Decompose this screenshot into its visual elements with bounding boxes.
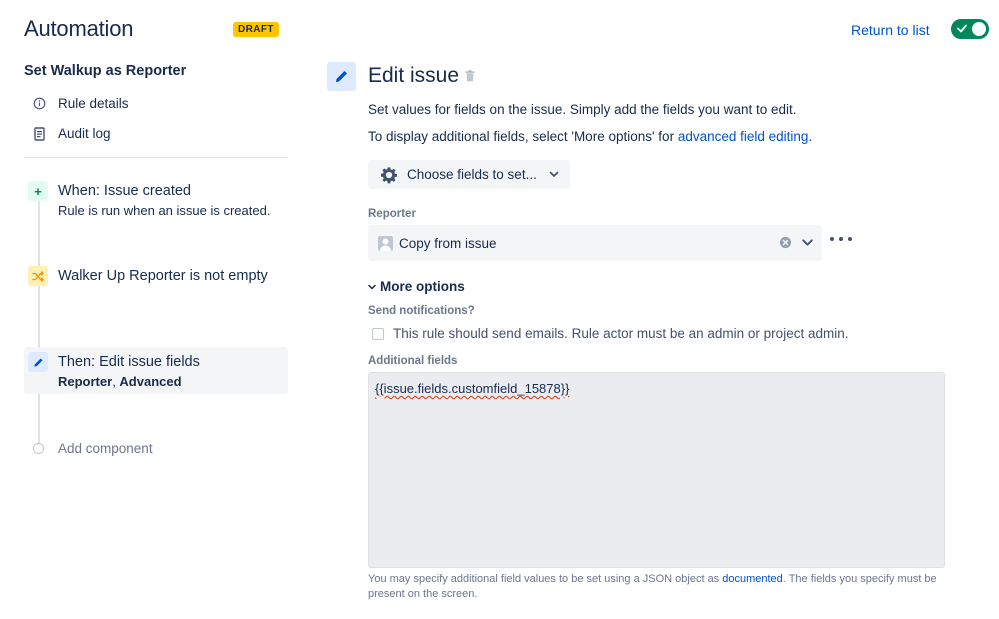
sidebar-link-rule-details[interactable]: Rule details bbox=[32, 96, 129, 111]
additional-fields-label: Additional fields bbox=[368, 355, 458, 367]
step-subtitle-advanced: Advanced bbox=[119, 374, 182, 389]
info-icon bbox=[32, 97, 46, 111]
app-title: Automation bbox=[24, 16, 134, 41]
more-options-label: More options bbox=[380, 279, 465, 294]
additional-fields-textarea[interactable]: {{issue.fields.customfield_15878}} bbox=[368, 372, 945, 568]
reporter-select[interactable]: Copy from issue bbox=[368, 225, 822, 261]
plus-icon: + bbox=[28, 181, 48, 201]
shuffle-icon bbox=[28, 266, 48, 286]
step-title: When: Issue created bbox=[58, 183, 191, 199]
step-title: Then: Edit issue fields bbox=[58, 354, 200, 370]
step-title: Walker Up Reporter is not empty bbox=[58, 268, 268, 284]
choose-fields-button[interactable]: Choose fields to set... bbox=[368, 160, 570, 189]
circle-icon bbox=[33, 443, 44, 454]
trash-icon[interactable] bbox=[465, 70, 475, 82]
step-subtitle-reporter: Reporter bbox=[58, 374, 113, 389]
rule-enabled-toggle[interactable] bbox=[951, 19, 989, 39]
step-subtitle: Rule is run when an issue is created. bbox=[58, 203, 271, 218]
additional-fields-value: {{issue.fields.customfield_15878}} bbox=[375, 381, 570, 396]
description-line-1: Set values for fields on the issue. Simp… bbox=[368, 102, 797, 117]
more-options-toggle[interactable]: More options bbox=[368, 279, 465, 294]
page-title: Edit issue bbox=[368, 64, 460, 87]
add-component-button[interactable]: Add component bbox=[24, 441, 153, 456]
rule-name: Set Walkup as Reporter bbox=[24, 63, 187, 79]
advanced-field-editing-link[interactable]: advanced field editing bbox=[678, 129, 809, 144]
sidebar-divider bbox=[24, 157, 288, 158]
step-action-edit-issue[interactable]: Then: Edit issue fields Reporter, Advanc… bbox=[24, 347, 288, 394]
gear-icon bbox=[380, 166, 398, 184]
send-notifications-checkbox[interactable] bbox=[372, 327, 384, 340]
user-avatar-icon bbox=[378, 235, 393, 251]
pencil-icon bbox=[28, 352, 48, 372]
sidebar-link-label: Rule details bbox=[58, 96, 129, 111]
reporter-label: Reporter bbox=[368, 208, 416, 220]
chevron-down-icon[interactable] bbox=[801, 236, 814, 249]
chevron-down-icon bbox=[549, 171, 559, 178]
pencil-icon bbox=[327, 62, 356, 91]
clear-icon[interactable] bbox=[779, 236, 792, 249]
step-condition-reporter[interactable]: Walker Up Reporter is not empty bbox=[24, 261, 288, 307]
sidebar-link-label: Audit log bbox=[58, 126, 111, 141]
document-icon bbox=[32, 126, 46, 141]
more-actions-icon[interactable] bbox=[830, 232, 852, 246]
help-text: You may specify additional field values … bbox=[368, 573, 723, 585]
additional-fields-help: You may specify additional field values … bbox=[368, 572, 958, 601]
check-icon bbox=[957, 24, 967, 33]
add-component-label: Add component bbox=[58, 441, 153, 456]
draft-badge: DRAFT bbox=[233, 22, 279, 37]
send-notifications-label: Send notifications? bbox=[368, 305, 475, 317]
description-text: To display additional fields, select 'Mo… bbox=[368, 129, 678, 144]
flow-connector bbox=[38, 196, 40, 446]
reporter-value: Copy from issue bbox=[399, 235, 497, 251]
step-trigger-issue-created[interactable]: + When: Issue created Rule is run when a… bbox=[24, 176, 288, 222]
description-suffix: . bbox=[808, 129, 813, 144]
documented-link[interactable]: documented bbox=[722, 573, 783, 585]
toggle-knob bbox=[972, 22, 986, 36]
send-notifications-text: This rule should send emails. Rule actor… bbox=[393, 326, 849, 341]
choose-fields-label: Choose fields to set... bbox=[407, 167, 537, 182]
description-line-2: To display additional fields, select 'Mo… bbox=[368, 129, 812, 144]
chevron-down-icon bbox=[368, 284, 376, 290]
send-notifications-row: This rule should send emails. Rule actor… bbox=[372, 326, 848, 341]
return-to-list-link[interactable]: Return to list bbox=[851, 22, 930, 38]
step-subtitle: Reporter, Advanced bbox=[58, 374, 288, 390]
sidebar-link-audit-log[interactable]: Audit log bbox=[32, 126, 111, 141]
